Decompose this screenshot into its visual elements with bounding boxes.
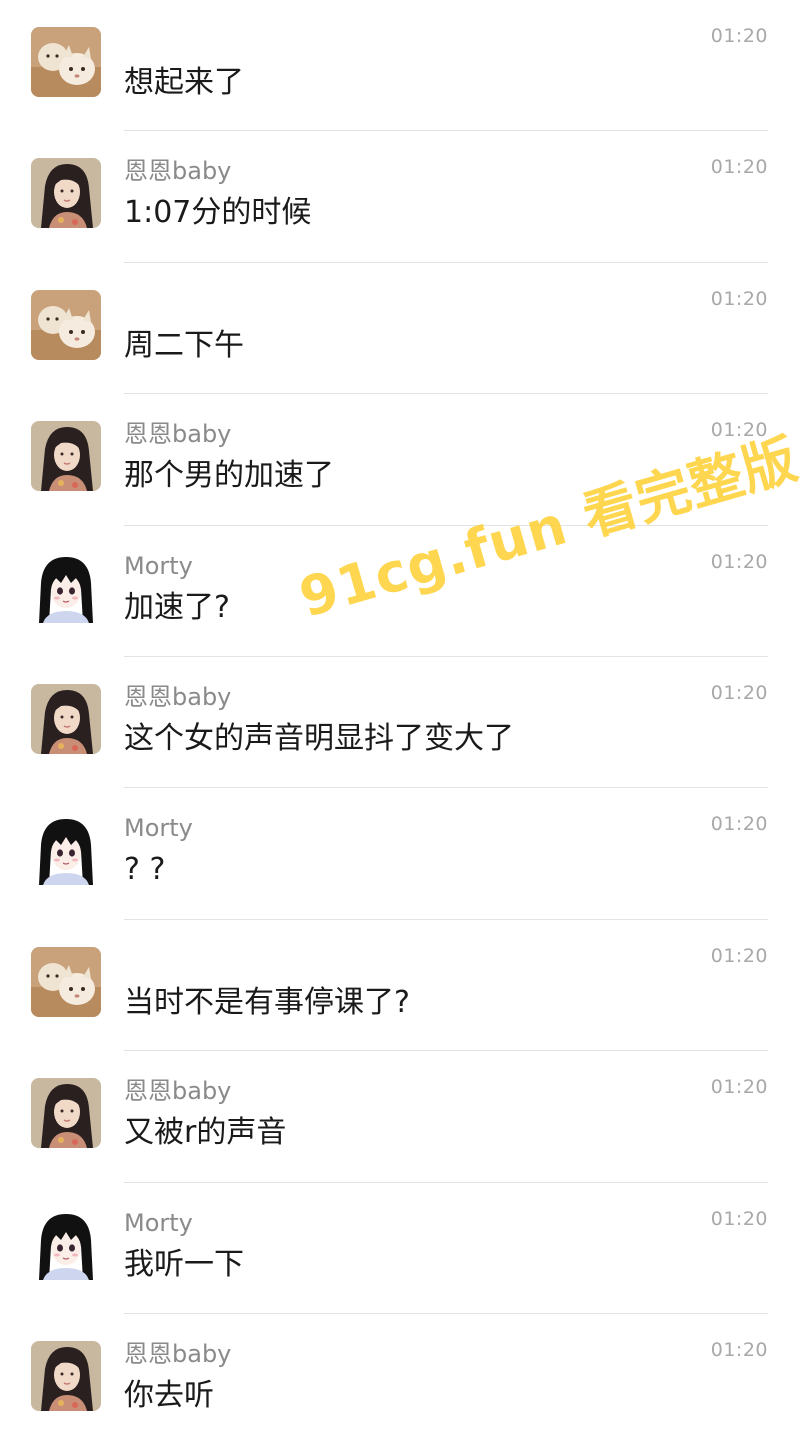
message-text: 想起来了 [124, 65, 244, 100]
sender-name: Morty [124, 814, 193, 843]
sender-avatar[interactable] [31, 552, 101, 623]
anime-girl-avatar-icon [31, 552, 101, 623]
message-row[interactable]: Morty 01:20 ? ? [0, 788, 800, 920]
anime-girl-avatar-icon [31, 1209, 101, 1280]
message-row[interactable]: 恩恩baby 01:20 1:07分的时候 [0, 131, 800, 263]
sender-avatar[interactable] [31, 1078, 101, 1149]
anime-girl-avatar-icon [31, 815, 101, 886]
message-row[interactable]: 恩恩baby 01:20 那个男的加速了 [0, 394, 800, 526]
sender-name: 恩恩baby [124, 1077, 232, 1106]
message-text: 又被r的声音 [124, 1115, 287, 1151]
sender-avatar[interactable] [31, 815, 101, 886]
message-text: ? ? [124, 852, 166, 888]
message-text: 这个女的声音明显抖了变大了 [124, 721, 514, 756]
message-time: 01:20 [710, 550, 768, 573]
sender-avatar[interactable] [31, 27, 101, 97]
message-row[interactable]: 恩恩baby 01:20 这个女的声音明显抖了变大了 [0, 657, 800, 789]
sender-name: 恩恩baby [124, 1340, 232, 1368]
sender-name: 恩恩baby [124, 157, 232, 186]
girl-photo-avatar-icon [31, 1078, 101, 1149]
sender-avatar[interactable] [31, 1209, 101, 1280]
message-time: 01:20 [710, 682, 768, 704]
girl-photo-avatar-icon [31, 158, 101, 229]
message-row[interactable]: 恩恩baby 01:20 你去听 [0, 1314, 800, 1445]
message-text: 你去听 [124, 1378, 214, 1413]
message-time: 01:20 [710, 1207, 768, 1230]
message-row[interactable]: Morty 01:20 加速了? [0, 526, 800, 657]
sender-avatar[interactable] [31, 684, 101, 754]
sender-name: Morty [124, 1208, 193, 1237]
message-time: 01:20 [710, 25, 768, 47]
message-row[interactable]: 01:20 当时不是有事停课了? [0, 920, 800, 1052]
message-row[interactable]: 01:20 周二下午 [0, 263, 800, 395]
sender-name: 恩恩baby [124, 683, 232, 711]
chat-message-list: 01:20 想起来了 恩恩baby 01:20 1:07分的时候 01:20 周二下午 [0, 0, 800, 1432]
message-time: 01:20 [710, 287, 768, 310]
cat-avatar-icon [31, 289, 101, 360]
message-row[interactable]: 01:20 想起来了 [0, 0, 800, 132]
sender-name: 恩恩baby [124, 420, 232, 449]
sender-avatar[interactable] [31, 158, 101, 229]
message-time: 01:20 [710, 813, 768, 836]
message-row[interactable]: 恩恩baby 01:20 又被r的声音 [0, 1051, 800, 1183]
sender-avatar[interactable] [31, 289, 101, 360]
message-text: 加速了? [124, 589, 230, 625]
girl-photo-avatar-icon [31, 421, 101, 492]
sender-avatar[interactable] [31, 1341, 101, 1411]
sender-avatar[interactable] [31, 946, 101, 1017]
message-text: 周二下午 [124, 327, 244, 363]
cat-avatar-icon [31, 946, 101, 1017]
message-time: 01:20 [710, 1076, 768, 1099]
sender-name: Morty [124, 551, 193, 580]
message-text: 1:07分的时候 [124, 195, 312, 231]
message-text: 当时不是有事停课了? [124, 984, 410, 1020]
girl-photo-avatar-icon [31, 684, 101, 754]
cat-avatar-icon [31, 27, 101, 97]
message-text: 那个男的加速了 [124, 458, 334, 494]
message-row[interactable]: Morty 01:20 我听一下 [0, 1183, 800, 1314]
message-time: 01:20 [710, 419, 768, 442]
sender-avatar[interactable] [31, 421, 101, 492]
message-time: 01:20 [710, 944, 768, 967]
message-text: 我听一下 [124, 1246, 244, 1282]
message-time: 01:20 [710, 1339, 768, 1361]
message-time: 01:20 [710, 156, 768, 179]
girl-photo-avatar-icon [31, 1341, 101, 1411]
